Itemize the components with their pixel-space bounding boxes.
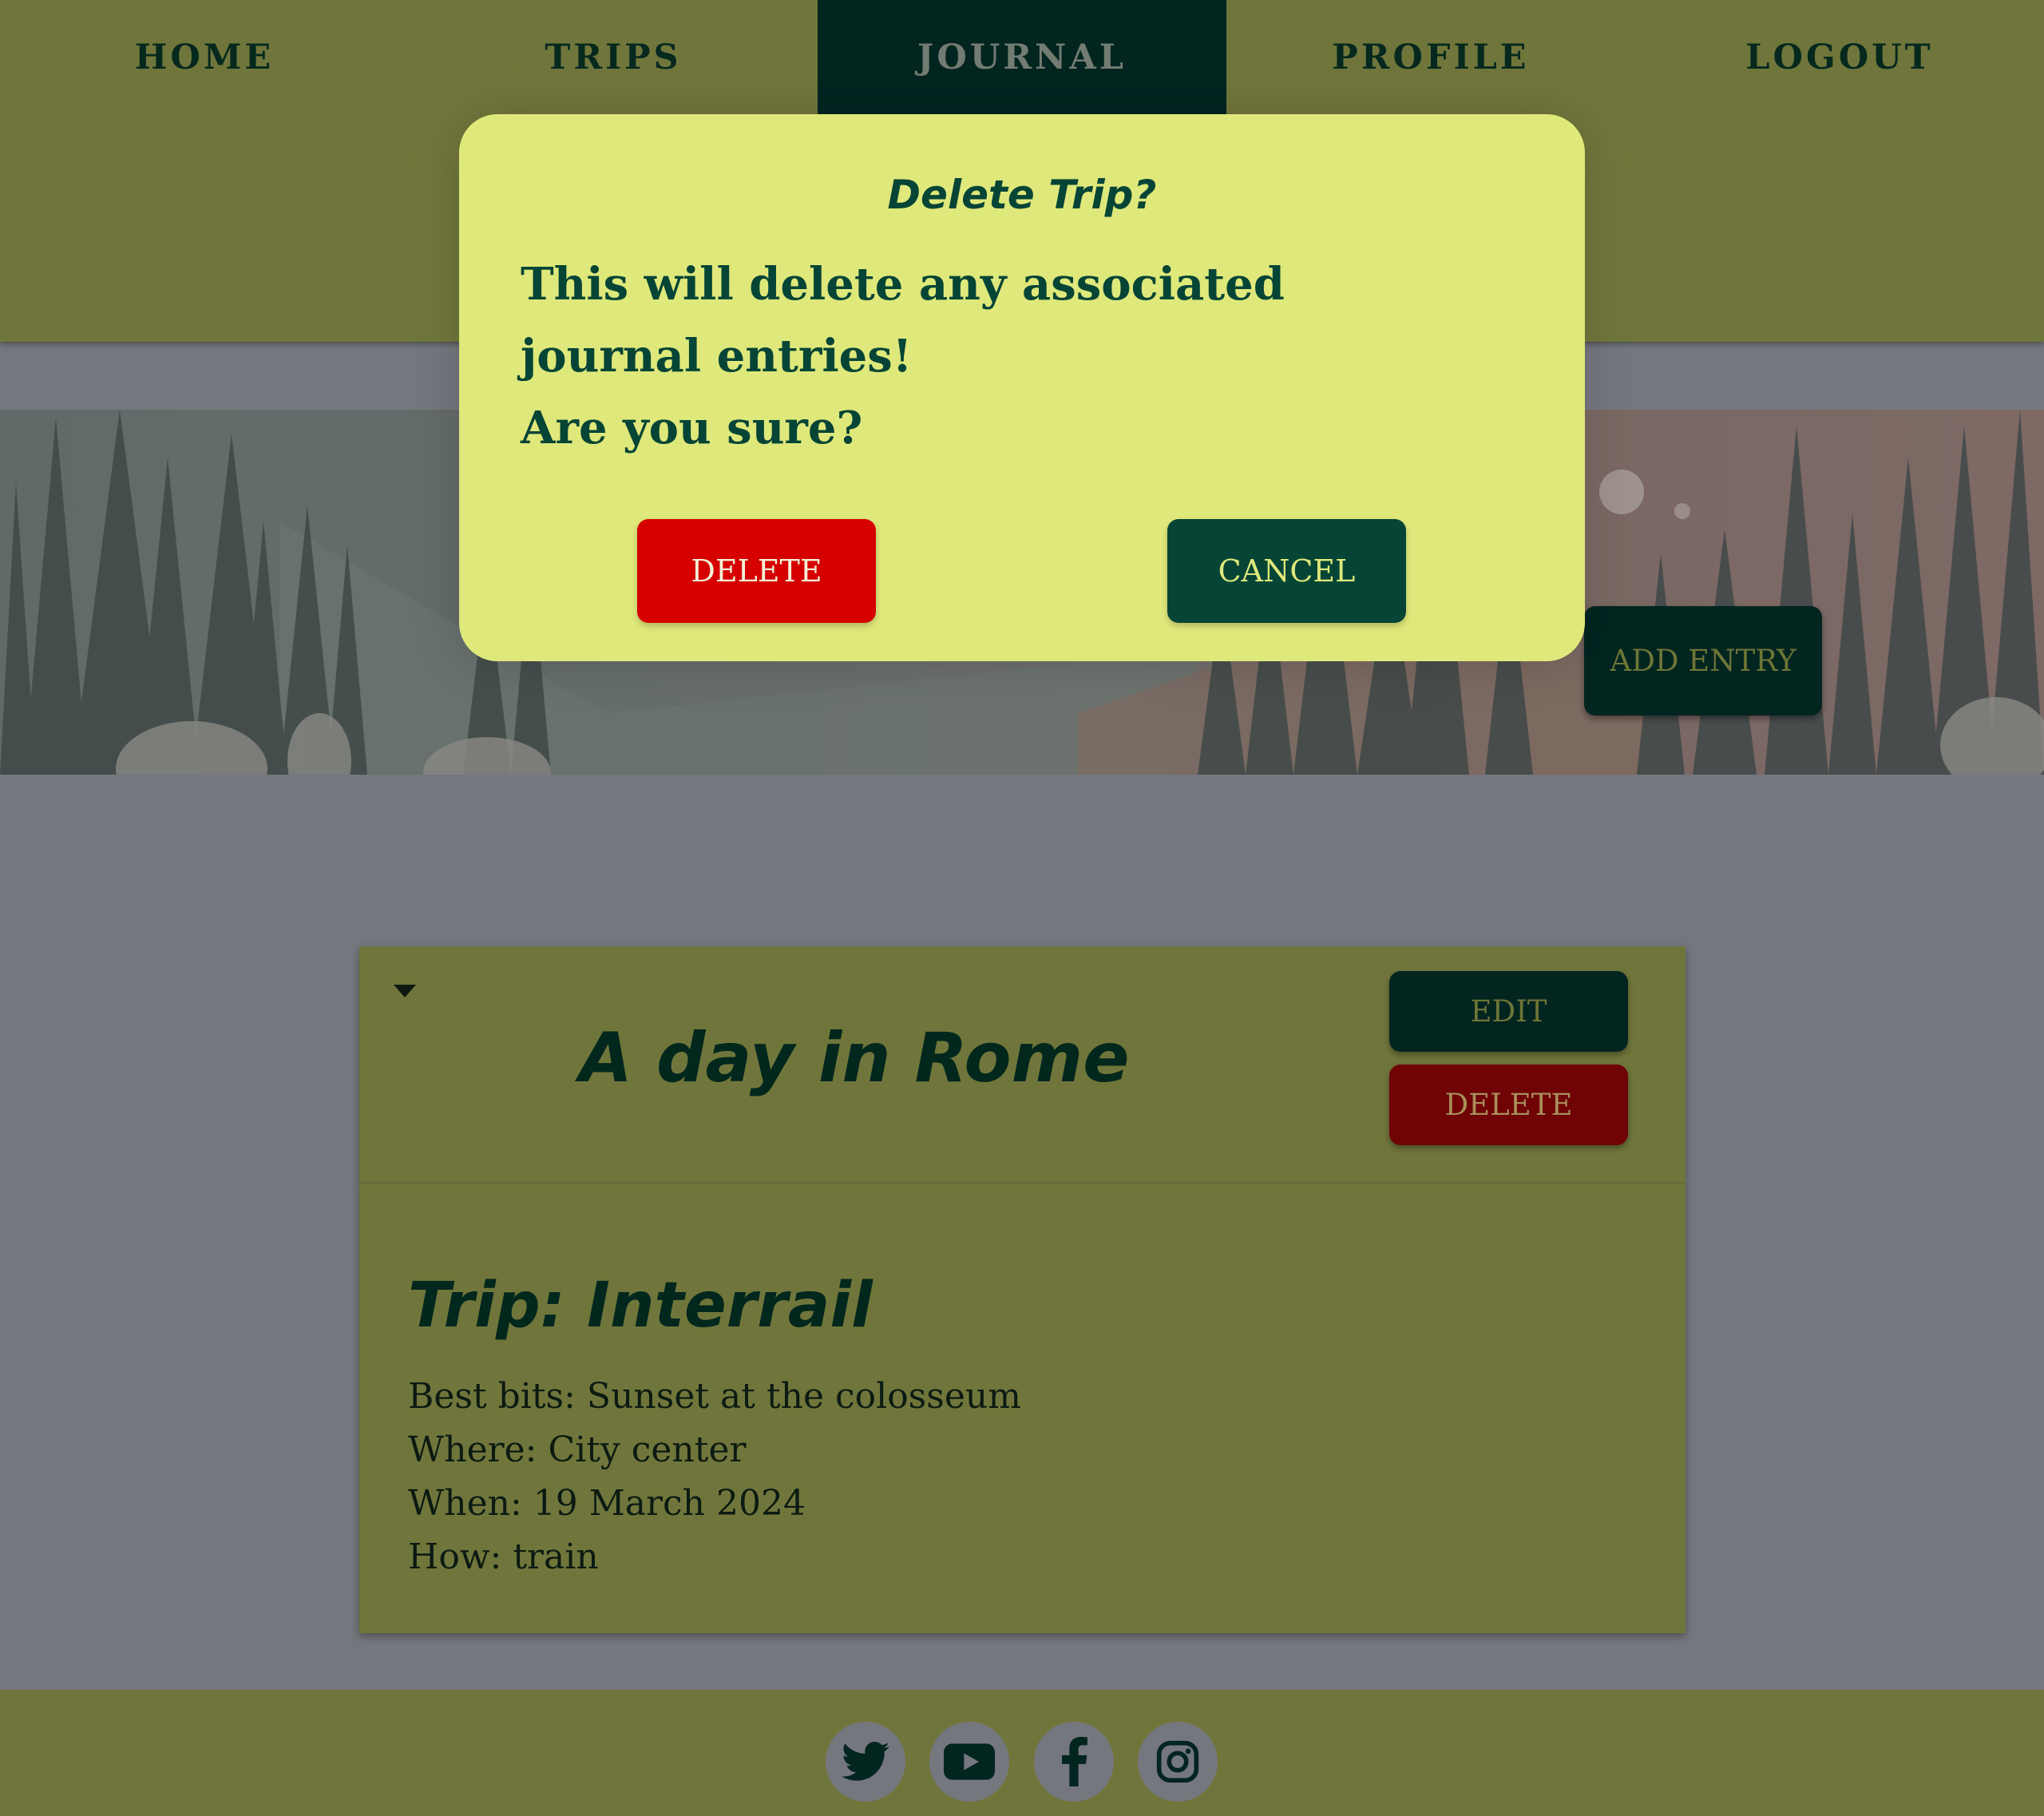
detail-when: When: 19 March 2024 <box>408 1483 806 1524</box>
modal-title: Delete Trip? <box>887 172 1157 218</box>
detail-best-bits: Best bits: Sunset at the colosseum <box>408 1376 1021 1417</box>
entry-title: A day in Rome <box>579 1018 1130 1098</box>
detail-how: How: train <box>408 1536 599 1577</box>
youtube-icon[interactable] <box>929 1722 1009 1802</box>
detail-where: Where: City center <box>408 1429 747 1470</box>
modal-confirm-question: Are you sure? <box>521 402 863 454</box>
add-entry-button[interactable]: ADD ENTRY <box>1584 606 1822 716</box>
confirm-delete-button[interactable]: DELETE <box>637 519 876 623</box>
nav-trips[interactable]: TRIPS <box>409 0 818 114</box>
instagram-icon[interactable] <box>1138 1722 1218 1802</box>
entry-details: Best bits: Sunset at the colosseum Where… <box>408 1370 1021 1584</box>
journal-entry-card: A day in Rome EDIT DELETE Trip: Interrai… <box>359 946 1686 1633</box>
cancel-button[interactable]: CANCEL <box>1167 519 1406 623</box>
twitter-icon[interactable] <box>826 1722 905 1802</box>
collapse-toggle-icon[interactable] <box>394 985 416 997</box>
card-divider <box>359 1182 1686 1184</box>
trip-heading: Trip: Interrail <box>408 1270 873 1342</box>
footer <box>0 1690 2044 1816</box>
delete-trip-modal: Delete Trip? This will delete any associ… <box>459 114 1585 661</box>
facebook-icon[interactable] <box>1034 1722 1114 1802</box>
nav-journal[interactable]: JOURNAL <box>818 0 1226 114</box>
modal-message: This will delete any associated journal … <box>521 248 1439 464</box>
nav-profile[interactable]: PROFILE <box>1226 0 1635 114</box>
modal-warning-text: This will delete any associated journal … <box>521 258 1285 383</box>
delete-entry-button[interactable]: DELETE <box>1389 1065 1628 1145</box>
edit-entry-button[interactable]: EDIT <box>1389 971 1628 1052</box>
nav-logout[interactable]: LOGOUT <box>1635 0 2044 114</box>
nav-home[interactable]: HOME <box>0 0 409 114</box>
